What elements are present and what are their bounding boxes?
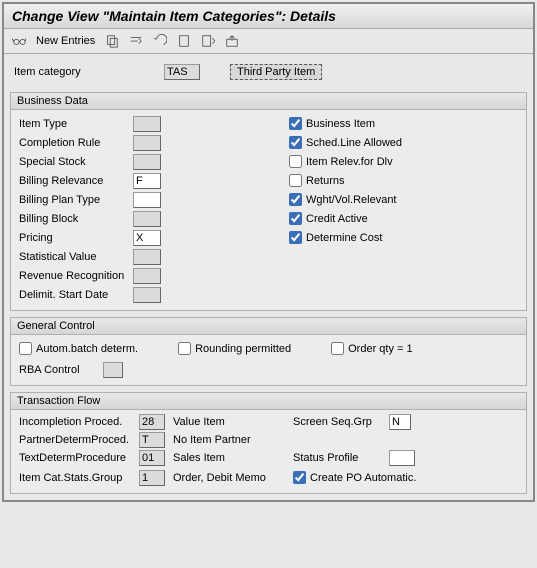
sched-line-label: Sched.Line Allowed: [306, 137, 402, 149]
delimit-start-input[interactable]: [133, 287, 161, 303]
partner-desc: No Item Partner: [173, 434, 293, 446]
item-category-input[interactable]: [164, 64, 200, 80]
returns-label: Returns: [306, 175, 345, 187]
status-profile-label: Status Profile: [293, 452, 389, 464]
determine-cost-label: Determine Cost: [306, 232, 382, 244]
returns-checkbox[interactable]: [289, 174, 302, 187]
incompletion-desc: Value Item: [173, 416, 293, 428]
pricing-label: Pricing: [19, 232, 129, 244]
autom-batch-checkbox[interactable]: [19, 342, 32, 355]
statistical-value-label: Statistical Value: [19, 251, 129, 263]
business-item-label: Business Item: [306, 118, 375, 130]
determine-cost-checkbox[interactable]: [289, 231, 302, 244]
incompletion-label: Incompletion Proced.: [19, 416, 139, 428]
pricing-input[interactable]: [133, 230, 161, 246]
order-qty-label: Order qty = 1: [348, 343, 413, 355]
delimit-icon[interactable]: [127, 32, 145, 50]
rba-control-label: RBA Control: [19, 364, 99, 376]
billing-plan-type-label: Billing Plan Type: [19, 194, 129, 206]
billing-relevance-label: Billing Relevance: [19, 175, 129, 187]
billing-block-label: Billing Block: [19, 213, 129, 225]
rounding-label: Rounding permitted: [195, 343, 291, 355]
page-icon[interactable]: [175, 32, 193, 50]
special-stock-input[interactable]: [133, 154, 161, 170]
delimit-start-label: Delimit. Start Date: [19, 289, 129, 301]
partner-label: PartnerDetermProced.: [19, 434, 139, 446]
order-qty-checkbox[interactable]: [331, 342, 344, 355]
item-category-desc: Third Party Item: [230, 64, 322, 80]
item-type-label: Item Type: [19, 118, 129, 130]
stats-desc: Order, Debit Memo: [173, 472, 293, 484]
credit-active-label: Credit Active: [306, 213, 368, 225]
revenue-recognition-label: Revenue Recognition: [19, 270, 129, 282]
new-entries-button[interactable]: New Entries: [34, 35, 97, 47]
partner-input[interactable]: [139, 432, 165, 448]
incompletion-input[interactable]: [139, 414, 165, 430]
completion-rule-input[interactable]: [133, 135, 161, 151]
rba-control-input[interactable]: [103, 362, 123, 378]
billing-block-input[interactable]: [133, 211, 161, 227]
revenue-recognition-input[interactable]: [133, 268, 161, 284]
transaction-flow-title: Transaction Flow: [11, 393, 526, 410]
screen-seq-input[interactable]: [389, 414, 411, 430]
create-po-label: Create PO Automatic.: [310, 472, 416, 484]
text-desc: Sales Item: [173, 452, 293, 464]
status-profile-input[interactable]: [389, 450, 415, 466]
toolbar: New Entries: [4, 29, 533, 54]
stats-label: Item Cat.Stats.Group: [19, 472, 139, 484]
rounding-checkbox[interactable]: [178, 342, 191, 355]
stats-input[interactable]: [139, 470, 165, 486]
glasses-icon[interactable]: [10, 32, 28, 50]
export-icon[interactable]: [223, 32, 241, 50]
autom-batch-label: Autom.batch determ.: [36, 343, 138, 355]
sched-line-checkbox[interactable]: [289, 136, 302, 149]
wght-vol-label: Wght/Vol.Relevant: [306, 194, 397, 206]
wght-vol-checkbox[interactable]: [289, 193, 302, 206]
copy-icon[interactable]: [103, 32, 121, 50]
item-relev-checkbox[interactable]: [289, 155, 302, 168]
billing-plan-type-input[interactable]: [133, 192, 161, 208]
general-control-title: General Control: [11, 318, 526, 335]
undo-icon[interactable]: [151, 32, 169, 50]
special-stock-label: Special Stock: [19, 156, 129, 168]
window-title: Change View "Maintain Item Categories": …: [4, 4, 533, 29]
create-po-checkbox[interactable]: [293, 471, 306, 484]
item-relev-label: Item Relev.for Dlv: [306, 156, 393, 168]
statistical-value-input[interactable]: [133, 249, 161, 265]
item-category-label: Item category: [14, 66, 134, 78]
billing-relevance-input[interactable]: [133, 173, 161, 189]
completion-rule-label: Completion Rule: [19, 137, 129, 149]
business-item-checkbox[interactable]: [289, 117, 302, 130]
item-type-input[interactable]: [133, 116, 161, 132]
page-next-icon[interactable]: [199, 32, 217, 50]
screen-seq-label: Screen Seq.Grp: [293, 416, 389, 428]
credit-active-checkbox[interactable]: [289, 212, 302, 225]
text-label: TextDetermProcedure: [19, 452, 139, 464]
business-data-title: Business Data: [11, 93, 526, 110]
text-input[interactable]: [139, 450, 165, 466]
